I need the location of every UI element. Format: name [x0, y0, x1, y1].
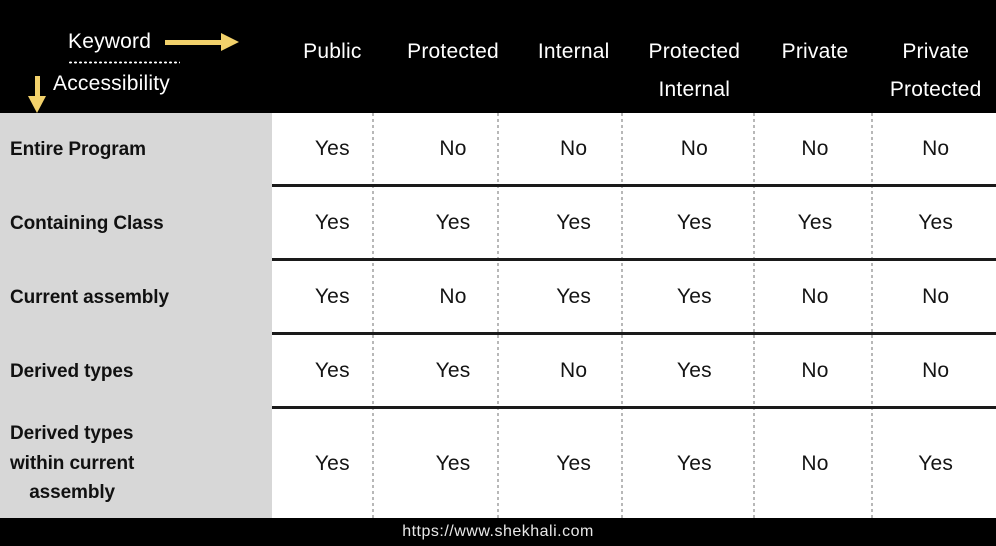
table-body: Entire Program Containing Class Current …: [0, 113, 996, 518]
cell-value: Yes: [676, 284, 712, 308]
column-header-line2: Internal: [658, 78, 731, 102]
cell-value: No: [439, 284, 467, 308]
cell-value: Yes: [556, 284, 592, 308]
header-columns: Public Protected Internal Protected Inte…: [272, 0, 996, 113]
cell-value: Yes: [556, 451, 592, 475]
column-header-line1: Private: [902, 40, 970, 63]
row-label-current-assembly: Current assembly: [0, 261, 272, 335]
row-label-column: Entire Program Containing Class Current …: [0, 113, 272, 518]
column-header-line1: Private: [781, 40, 849, 63]
cell-value: Yes: [676, 451, 712, 475]
cell-value: No: [922, 358, 950, 382]
row-label-derived-types-within-current-assembly: Derived types within current assembly: [0, 409, 272, 518]
accessibility-axis-label-group: Accessibility: [28, 72, 170, 116]
cell-value: Yes: [314, 284, 350, 308]
cell-value: Yes: [676, 210, 712, 234]
cell-value: Yes: [797, 210, 833, 234]
column-header-private: Private: [755, 0, 876, 113]
row-label-line: assembly: [29, 482, 116, 504]
cell-value: Yes: [676, 358, 712, 382]
cell-value: Yes: [435, 358, 471, 382]
accessibility-label: Accessibility: [53, 72, 170, 95]
row-label-derived-types: Derived types: [0, 335, 272, 409]
cell-value: Yes: [918, 451, 954, 475]
column-header-protected-internal: Protected Internal: [634, 0, 755, 113]
cell-value: Yes: [435, 210, 471, 234]
row-label-containing-class: Containing Class: [0, 187, 272, 261]
column-header-line1: Protected: [407, 40, 499, 63]
column-header-line1: Internal: [537, 40, 610, 63]
row-label-line: Derived types: [10, 423, 134, 445]
table-row: Yes No Yes Yes No No: [272, 261, 996, 335]
row-label-line: Containing Class: [10, 213, 164, 235]
cell-value: Yes: [556, 210, 592, 234]
cell-value: No: [801, 136, 829, 160]
table-row: Yes No No No No No: [272, 113, 996, 187]
footer-url[interactable]: https://www.shekhali.com: [402, 523, 594, 541]
table-row: Yes Yes No Yes No No: [272, 335, 996, 409]
row-label-line: Derived types: [10, 361, 134, 383]
table-row: Yes Yes Yes Yes No Yes: [272, 409, 996, 518]
cell-value: No: [439, 136, 467, 160]
cell-value: No: [560, 358, 588, 382]
row-label-line: Entire Program: [10, 139, 146, 161]
keyword-axis-label-group: Keyword: [68, 30, 243, 54]
cell-value: Yes: [314, 210, 350, 234]
accessibility-modifiers-table: Keyword Accessibility Public Protected I…: [0, 0, 996, 546]
cell-value: No: [922, 136, 950, 160]
column-header-line1: Public: [303, 40, 362, 63]
cell-value: No: [801, 358, 829, 382]
cell-value: No: [922, 284, 950, 308]
cell-value: Yes: [435, 451, 471, 475]
column-header-private-protected: Private Protected: [875, 0, 996, 113]
row-label-entire-program: Entire Program: [0, 113, 272, 187]
corner-dotted-divider: [68, 61, 180, 64]
arrow-down-icon: [28, 76, 48, 116]
arrow-right-icon: [165, 33, 243, 51]
cell-value: No: [560, 136, 588, 160]
cell-value: No: [680, 136, 708, 160]
row-label-line: within current: [10, 452, 135, 474]
cell-value: Yes: [918, 210, 954, 234]
cell-value: Yes: [314, 358, 350, 382]
cell-value: Yes: [314, 136, 350, 160]
header-corner-cell: Keyword Accessibility: [0, 0, 272, 113]
row-label-line: Current assembly: [10, 287, 169, 309]
cell-value: Yes: [314, 451, 350, 475]
column-header-line1: Protected: [648, 40, 741, 63]
keyword-label: Keyword: [68, 30, 152, 53]
cell-value: No: [801, 451, 829, 475]
column-header-line2: Protected: [889, 78, 982, 102]
data-grid: Yes No No No No No Yes Yes Yes Yes Yes Y…: [272, 113, 996, 518]
column-header-public: Public: [272, 0, 393, 113]
table-header: Keyword Accessibility Public Protected I…: [0, 0, 996, 113]
column-header-protected: Protected: [393, 0, 514, 113]
footer-bar: https://www.shekhali.com: [0, 518, 996, 546]
column-header-internal: Internal: [513, 0, 634, 113]
table-row: Yes Yes Yes Yes Yes Yes: [272, 187, 996, 261]
cell-value: No: [801, 284, 829, 308]
